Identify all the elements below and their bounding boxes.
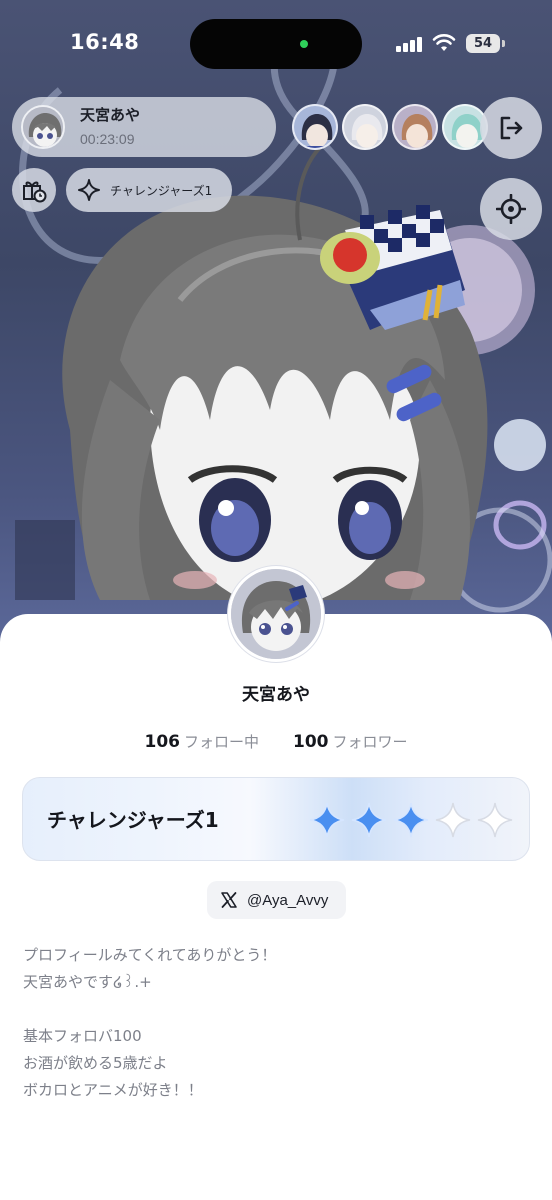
host-info-pill[interactable]: 天宮あや 00:23:09 [12, 97, 276, 157]
exit-button[interactable] [480, 97, 542, 159]
host-name: 天宮あや [80, 106, 141, 124]
following-stat[interactable]: 106 フォロー中 [144, 731, 259, 752]
crosshair-icon [496, 194, 526, 224]
profile-name: 天宮あや [242, 685, 310, 705]
follow-stats: 106 フォロー中 100 フォロワー [0, 731, 552, 752]
camera-indicator-dot [300, 40, 308, 48]
followers-label: フォロワー [332, 733, 408, 751]
recenter-button[interactable] [480, 178, 542, 240]
status-time: 16:48 [70, 30, 140, 54]
gift-button[interactable] [12, 168, 56, 212]
viewer-avatar[interactable] [292, 104, 338, 150]
stream-elapsed-time: 00:23:09 [80, 131, 135, 147]
viewer-avatar[interactable] [392, 104, 438, 150]
star-empty-icon [435, 802, 471, 838]
x-handle: @Aya_Avvy [247, 891, 329, 909]
star-filled-icon [351, 802, 387, 838]
wifi-icon [432, 34, 456, 51]
battery-tip [502, 40, 505, 47]
exit-icon [500, 116, 523, 140]
cellular-signal-icon [396, 36, 424, 52]
challenge-pill[interactable]: チャレンジャーズ1 [66, 168, 232, 212]
star-filled-icon [309, 802, 345, 838]
dynamic-island [190, 19, 362, 69]
host-avatar[interactable] [21, 105, 65, 149]
profile-bio: プロフィールみてくれてありがとう！ 天宮あやです໒꒱.+ 基本フォロバ100 お… [23, 946, 277, 1099]
gift-clock-icon [23, 181, 47, 203]
status-bar: 16:48 54 [0, 0, 552, 92]
star-filled-icon [393, 802, 429, 838]
following-count: 106 [144, 732, 180, 752]
challenge-rank-card[interactable]: チャレンジャーズ1 [22, 777, 530, 861]
sparkle-icon [78, 179, 100, 201]
challenge-rank-title: チャレンジャーズ1 [47, 808, 219, 832]
x-logo-icon [221, 892, 237, 908]
followers-stat[interactable]: 100 フォロワー [293, 731, 408, 752]
star-empty-icon [477, 802, 513, 838]
x-account-link[interactable]: @Aya_Avvy [207, 881, 346, 919]
profile-avatar[interactable] [228, 566, 324, 662]
viewer-avatar[interactable] [342, 104, 388, 150]
followers-count: 100 [293, 732, 329, 752]
following-label: フォロー中 [183, 733, 259, 751]
battery-icon: 54 [466, 34, 500, 53]
challenge-pill-label: チャレンジャーズ1 [110, 183, 213, 198]
